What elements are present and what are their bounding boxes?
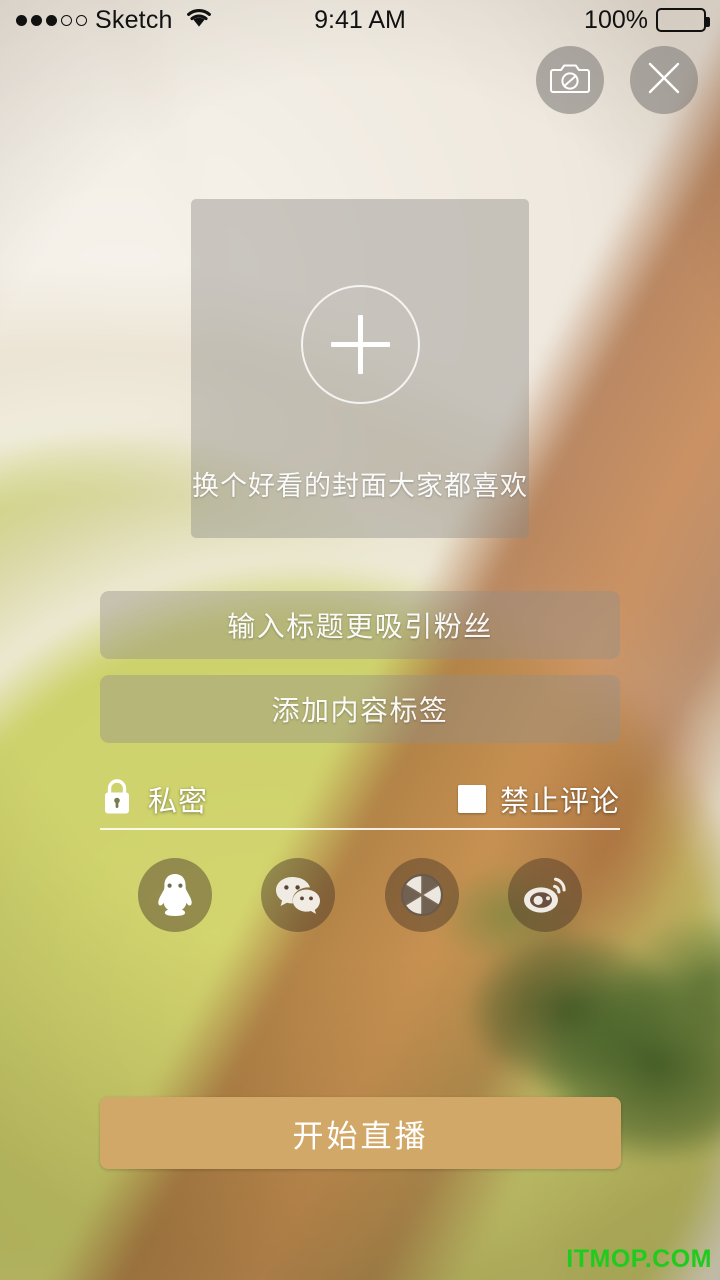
- battery-full-icon: [656, 8, 710, 32]
- privacy-toggle[interactable]: 私密: [100, 776, 208, 823]
- lock-icon: [100, 776, 134, 823]
- no-comment-label: 禁止评论: [499, 786, 620, 818]
- share-button-qq[interactable]: [138, 858, 212, 932]
- cover-caption: 换个好看的封面大家都喜欢: [192, 471, 528, 501]
- switch-camera-button[interactable]: [536, 46, 604, 114]
- cover-upload-area[interactable]: 换个好看的封面大家都喜欢: [191, 199, 529, 538]
- aperture-icon: [399, 872, 445, 918]
- close-x-icon: [645, 59, 683, 102]
- title-input[interactable]: 输入标题更吸引粉丝: [100, 591, 620, 659]
- options-row: 私密 禁止评论: [100, 773, 620, 825]
- start-live-button[interactable]: 开始直播: [100, 1097, 621, 1169]
- wechat-bubbles-icon: [274, 874, 322, 916]
- section-divider: [100, 828, 620, 830]
- privacy-label: 私密: [148, 786, 209, 818]
- close-button[interactable]: [630, 46, 698, 114]
- start-live-label: 开始直播: [292, 1118, 429, 1154]
- site-watermark: ITMOP.COM: [566, 1245, 712, 1273]
- share-button-qzone[interactable]: [384, 858, 459, 932]
- top-action-bar: [536, 46, 698, 114]
- live-setup-screen: Sketch 9:41 AM 100% 换个好看的封面大家都喜欢 输入标题更吸引…: [0, 0, 720, 1280]
- battery-cap: [706, 17, 710, 27]
- status-bar-right: 100%: [361, 6, 720, 35]
- share-targets-row: [100, 858, 620, 932]
- plus-icon: [300, 285, 420, 404]
- battery-percent-label: 100%: [584, 5, 648, 34]
- camera-flip-icon: [550, 61, 590, 100]
- checkbox-icon[interactable]: [457, 785, 486, 813]
- tags-input[interactable]: 添加内容标签: [100, 675, 620, 743]
- title-input-placeholder: 输入标题更吸引粉丝: [227, 611, 493, 642]
- status-bar: Sketch 9:41 AM 100%: [0, 0, 720, 40]
- tags-input-placeholder: 添加内容标签: [271, 695, 449, 726]
- share-button-wechat[interactable]: [261, 858, 336, 932]
- share-button-weibo[interactable]: [507, 858, 582, 932]
- no-comment-toggle[interactable]: 禁止评论: [457, 778, 620, 820]
- qq-penguin-icon: [153, 871, 197, 919]
- weibo-eye-icon: [521, 873, 569, 917]
